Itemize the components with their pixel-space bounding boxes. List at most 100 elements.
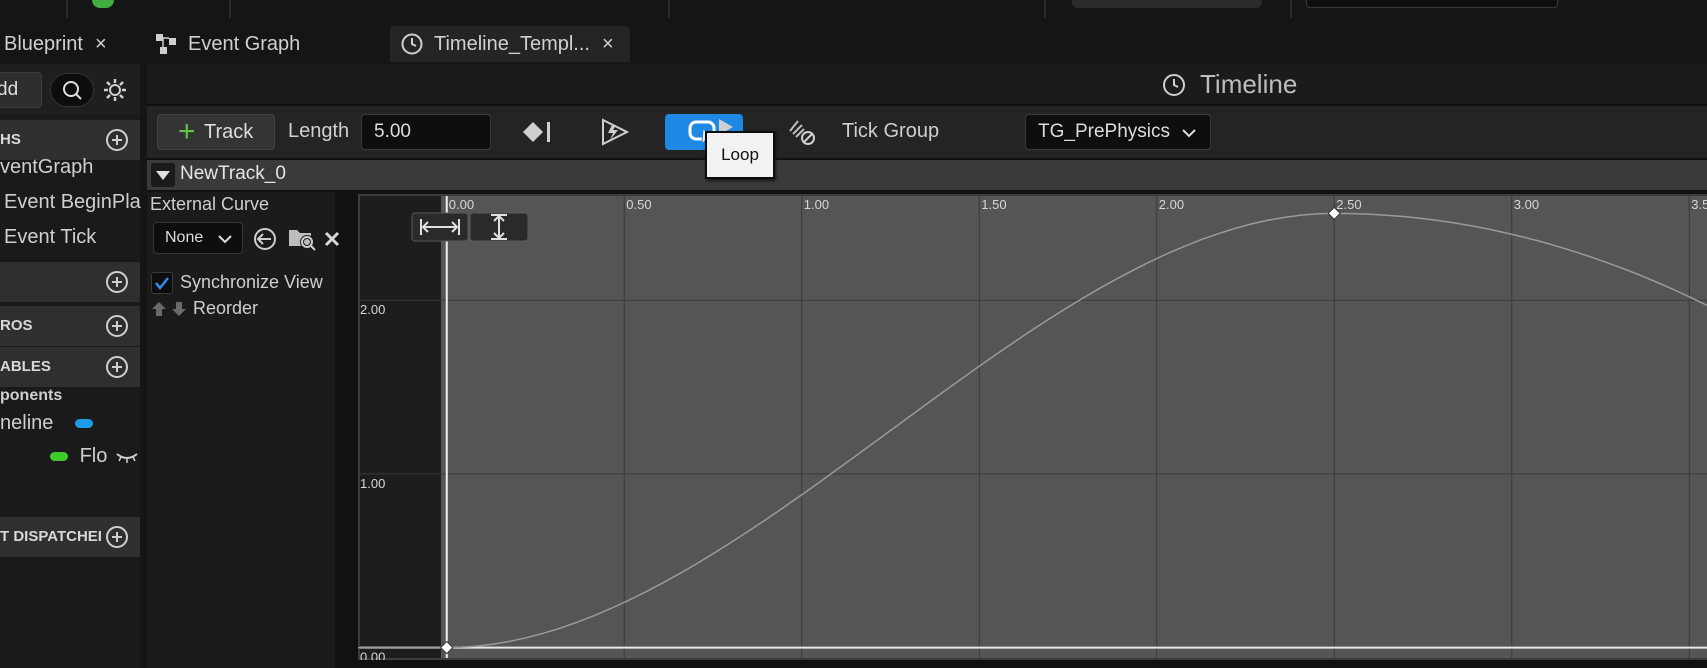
variable-type-pill [74,419,93,429]
y-tick-label: 1.00 [360,476,385,491]
section-label: HS [0,131,21,148]
autoplay-button[interactable] [590,114,640,150]
timeline-title-bar: Timeline [147,64,1707,104]
timeline-toolbar: + Track Length 5.00 Tick Group TG_PrePhy… [147,106,1707,158]
browse-folder-icon[interactable] [287,224,317,252]
use-last-keyframe-button[interactable] [512,114,562,150]
debug-object-dropdown[interactable] [1306,0,1558,8]
length-input[interactable]: 5.00 [361,114,491,150]
toolbar-separator [229,0,231,18]
document-tabs: Blueprint × Event Graph Timeline_Templ..… [0,22,1707,64]
track-name: NewTrack_0 [180,163,286,184]
add-variable-icon[interactable] [106,356,128,378]
close-icon[interactable]: × [602,33,614,56]
loop-tooltip: Loop [705,131,775,179]
x-tick-label: 2.50 [1336,197,1361,212]
toolbar-separator [1290,0,1292,18]
length-label: Length [288,120,350,142]
synchronize-view-label: Synchronize View [180,272,323,292]
add-graph-icon[interactable] [106,129,128,151]
variable-name: Flo [79,445,108,467]
collapse-arrow-icon[interactable] [151,163,175,187]
x-tick-label: 3.5 [1691,197,1707,212]
add-button[interactable]: dd [0,72,42,108]
eye-closed-icon[interactable] [115,450,139,464]
close-icon[interactable]: × [95,33,107,56]
x-tick-label: 0.50 [626,197,651,212]
graph-icon [156,34,176,54]
toolbar-separator [668,0,670,18]
search-icon [63,81,82,100]
curve-editor[interactable]: 2.00 1.00 0.00 0.00 0.50 1.00 1.50 2.00 2.50 3.0… [358,194,1707,660]
add-macro-icon[interactable] [106,315,128,337]
clock-icon [401,33,423,55]
x-tick-label: 1.50 [981,197,1006,212]
synchronize-view-checkbox[interactable] [151,272,173,294]
timeline-editor: Timeline + Track Length 5.00 Tick Group … [147,64,1707,668]
ignore-time-dilation-icon [789,120,815,145]
my-blueprint-toolbar: dd [0,64,140,114]
external-curve-label: External Curve [150,194,270,214]
tab-event-graph[interactable]: Event Graph [154,26,334,62]
section-label: ROS [0,317,33,334]
variable-type-pill [50,452,68,462]
list-item-float[interactable]: Flo [50,445,139,468]
add-function-icon[interactable] [106,271,128,293]
tab-timeline-template[interactable]: Timeline_Templ... × [390,26,630,62]
toolbar-separator [66,0,68,18]
clock-icon [1163,74,1185,96]
checkmark-icon [155,277,169,291]
section-variables[interactable]: ABLES [0,347,140,387]
section-label: ABLES [0,358,51,375]
tab-label: Event Graph [188,32,301,55]
external-curve-dropdown[interactable]: None [153,222,243,254]
last-keyframe-icon [523,122,550,142]
top-toolbar [0,0,1707,20]
panel-title: Timeline [1200,69,1298,99]
section-graphs[interactable]: HS [0,120,140,160]
add-track-button[interactable]: + Track [157,114,275,150]
reorder-label: Reorder [193,298,259,318]
search-button[interactable] [50,73,94,107]
use-selected-asset-icon[interactable] [251,226,279,252]
tick-group-value: TG_PrePhysics [1038,121,1170,142]
tab-label: Blueprint [4,32,83,55]
toolbar-separator [1044,0,1046,18]
button-label: Track [204,121,254,143]
add-dispatcher-icon[interactable] [106,526,128,548]
clear-icon[interactable] [323,230,341,248]
compile-icon[interactable] [92,0,114,8]
section-macros[interactable]: ROS [0,306,140,346]
x-tick-label: 2.00 [1159,197,1184,212]
list-item-event-tick[interactable]: Event Tick [4,226,96,249]
list-item-eventgraph[interactable]: ventGraph [0,156,93,179]
section-label: T DISPATCHEI [0,528,102,545]
chevron-down-icon [218,235,232,244]
section-functions[interactable] [0,262,140,302]
tab-blueprint[interactable]: Blueprint × [0,26,120,62]
curve-background [441,196,1707,658]
list-item-event-beginplay[interactable]: Event BeginPla [4,191,141,214]
x-tick-label: 0.00 [449,197,474,212]
autoplay-icon [602,118,630,146]
tick-group-dropdown[interactable]: TG_PrePhysics [1025,114,1211,150]
track-options: External Curve None Synchronize View Reo… [147,192,340,668]
x-tick-label: 1.00 [804,197,829,212]
chevron-down-icon [1182,129,1196,138]
plus-icon: + [178,115,196,148]
tick-group-label: Tick Group [842,120,940,142]
debug-controls[interactable] [1072,0,1262,8]
curve-value: None [165,229,204,246]
y-tick-label: 0.00 [360,650,385,660]
tab-label: Timeline_Templ... [434,32,590,55]
ignore-time-dilation-button[interactable] [777,114,827,150]
gear-icon[interactable] [102,77,128,103]
variable-name: neline [0,412,54,434]
reorder-arrows-icon[interactable] [151,300,187,318]
section-event-dispatchers[interactable]: T DISPATCHEI [0,517,140,557]
category-components[interactable]: ponents [0,387,62,405]
my-blueprint-panel: dd HS ventGraph Event BeginPla Event Tic… [0,64,141,668]
y-tick-label: 2.00 [360,302,385,317]
list-item-timeline[interactable]: neline [0,412,93,435]
track-header[interactable]: NewTrack_0 [147,160,1707,190]
